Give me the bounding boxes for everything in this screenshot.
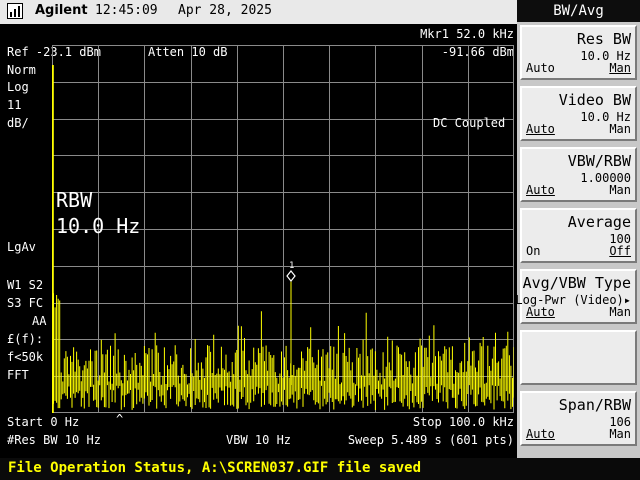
softkey-title: Span/RBW <box>558 396 631 414</box>
clock-date: Apr 28, 2025 <box>178 3 272 18</box>
trace-w1s2: W1 S2 <box>7 278 44 292</box>
marker-1: 1 <box>286 261 296 282</box>
trace-aa: AA <box>32 314 47 328</box>
softkey-span-rbw[interactable]: Span/RBW 106 Auto Man <box>520 391 637 446</box>
softkey-average[interactable]: Average 100 On Off <box>520 208 637 263</box>
status-bar: File Operation Status, A:\SCREN037.GIF f… <box>0 458 640 480</box>
softkey-man: Man <box>609 305 631 319</box>
fft-range-label: f<50k <box>7 350 44 364</box>
softkey-title: Res BW <box>576 30 631 48</box>
trace-s3fc: S3 FC <box>7 296 44 310</box>
sweep-caret: ^ <box>116 412 124 426</box>
coupling-label: DC Coupled <box>433 116 506 130</box>
softkey-man: Man <box>609 427 631 441</box>
signal-meter-icon <box>7 3 23 19</box>
softkey-man: Man <box>609 183 631 197</box>
rbw-overlay-value: 10.0 Hz <box>56 214 141 238</box>
sweep-time: Sweep 5.489 s (601 pts) <box>347 433 514 447</box>
softkey-title: Average <box>567 213 631 231</box>
softkey-blank[interactable] <box>520 330 637 385</box>
correction-label: £(f): <box>7 332 44 346</box>
softkey-title: Avg/VBW Type <box>522 274 631 292</box>
softkey-vbw-rbw[interactable]: VBW/RBW 1.00000 Auto Man <box>520 147 637 202</box>
softkey-menu: BW/Avg Res BW 10.0 Hz Auto Man Video BW … <box>515 0 640 458</box>
marker-frequency: Mkr1 52.0 kHz <box>420 27 514 41</box>
analyzer-screen: Agilent 12:45:09 Apr 28, 2025 Mkr1 52.0 … <box>0 0 640 480</box>
softkey-auto: Auto <box>526 305 555 319</box>
softkey-off: Off <box>609 244 631 258</box>
softkey-auto: Auto <box>526 61 555 75</box>
start-frequency: Start 0 Hz <box>7 415 80 429</box>
video-bw: VBW 10 Hz <box>226 433 292 447</box>
marker-number: 1 <box>289 261 294 271</box>
brand-label: Agilent <box>35 3 88 18</box>
softkey-video-bw[interactable]: Video BW 10.0 Hz Auto Man <box>520 86 637 141</box>
scale-value: 11 <box>7 98 22 112</box>
softkey-man: Man <box>609 61 631 75</box>
softkey-title: VBW/RBW <box>567 152 631 170</box>
stop-frequency: Stop 100.0 kHz <box>412 415 514 429</box>
title-bar: Agilent 12:45:09 Apr 28, 2025 <box>0 0 517 24</box>
detector-lgav: LgAv <box>7 240 36 254</box>
softkey-auto: Auto <box>526 427 555 441</box>
fft-label: FFT <box>7 368 29 382</box>
softkey-res-bw[interactable]: Res BW 10.0 Hz Auto Man <box>520 25 637 80</box>
softkey-title: Video BW <box>558 91 631 109</box>
rbw-overlay-label: RBW <box>56 188 93 212</box>
log-label: Log <box>7 80 29 94</box>
resolution-bw: #Res BW 10 Hz <box>7 433 101 447</box>
norm-label: Norm <box>7 63 36 77</box>
status-message: File Operation Status, A:\SCREN037.GIF f… <box>8 460 422 476</box>
softkey-auto: Auto <box>526 183 555 197</box>
clock-time: 12:45:09 <box>95 3 158 18</box>
softkey-avg-vbw-type[interactable]: Avg/VBW Type Log-Pwr (Video)▸ Auto Man <box>515 269 637 324</box>
menu-title: BW/Avg <box>517 0 640 22</box>
softkey-auto: Auto <box>526 122 555 136</box>
scale-unit: dB/ <box>7 116 29 130</box>
softkey-man: Man <box>609 122 631 136</box>
softkey-on: On <box>526 244 541 258</box>
